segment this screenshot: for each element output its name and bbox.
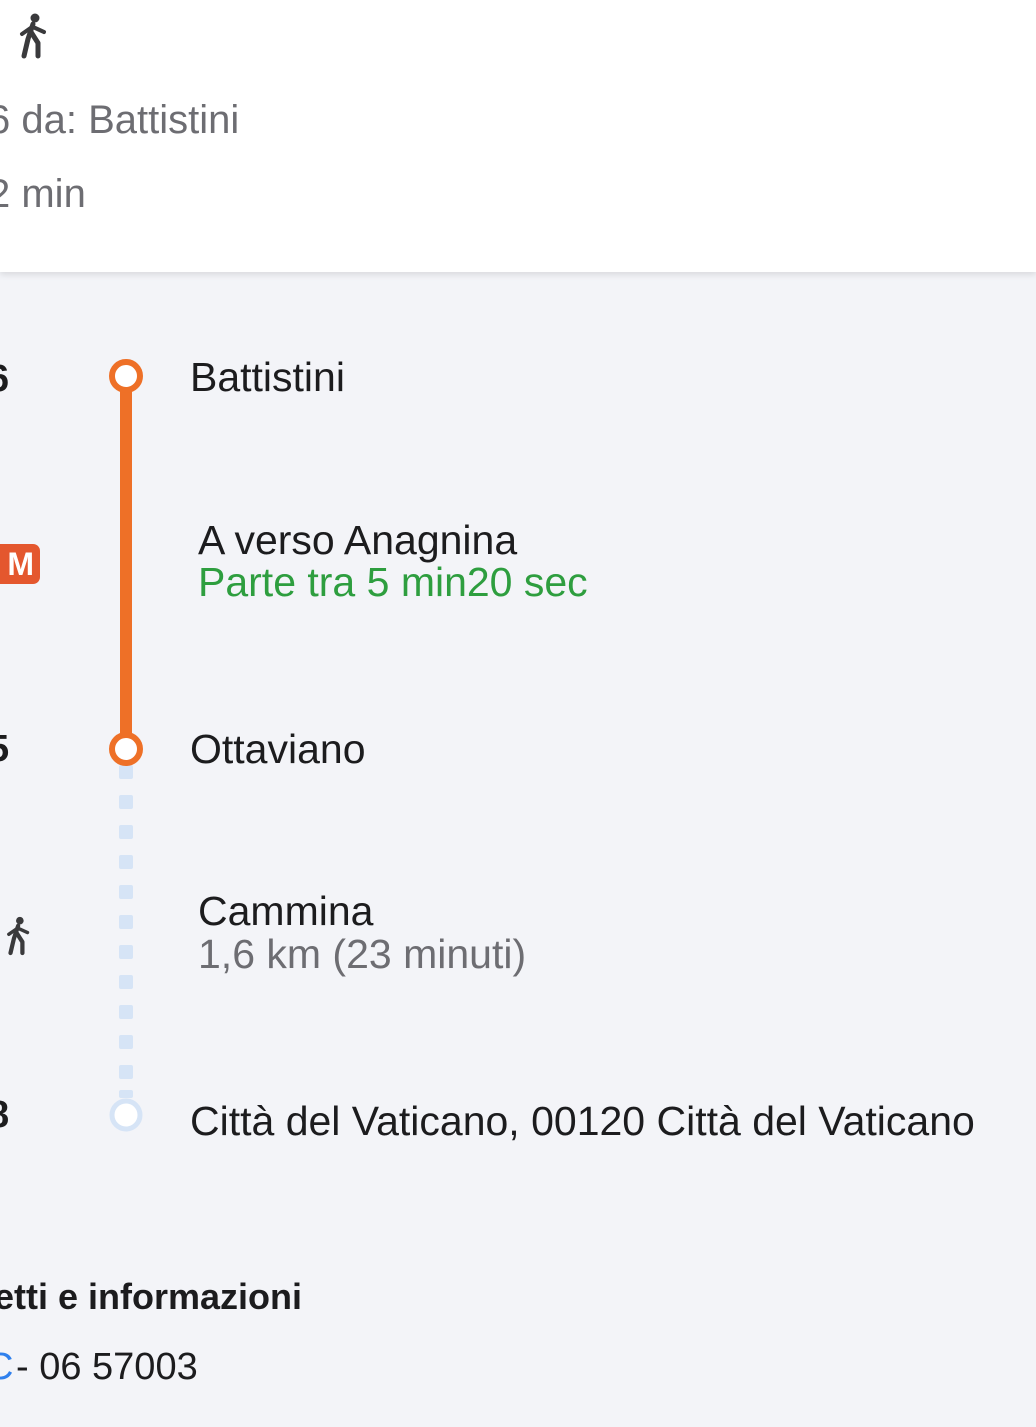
destination-marker bbox=[109, 1098, 143, 1132]
walk-detail: 1,6 km (23 minuti) bbox=[198, 931, 527, 977]
walking-dotted-segment bbox=[119, 765, 133, 1098]
metro-line-segment bbox=[120, 378, 132, 748]
walking-person-icon bbox=[7, 916, 30, 956]
trip-details-page: 6 da: Battistini 2 min 6 Battistini bbox=[0, 0, 1036, 1427]
destination-name[interactable]: Città del Vaticano, 00120 Città del Vati… bbox=[190, 1100, 1010, 1143]
transfer-stop-marker bbox=[109, 732, 143, 766]
metro-direction[interactable]: A verso Anagnina bbox=[198, 517, 517, 564]
walk-title[interactable]: Cammina bbox=[198, 888, 373, 935]
metro-departure-status: Parte tra 5 min20 sec bbox=[198, 559, 588, 605]
contact-phone[interactable]: - 06 57003 bbox=[16, 1346, 198, 1389]
trip-summary-card: 6 da: Battistini 2 min bbox=[0, 0, 1036, 272]
start-time: 6 bbox=[0, 358, 9, 401]
start-stop-marker bbox=[109, 359, 143, 393]
contacts-section-title: etti e informazioni bbox=[0, 1276, 303, 1317]
summary-duration: 2 min bbox=[0, 172, 86, 216]
summary-departure: 6 da: Battistini bbox=[0, 98, 240, 142]
transfer-time: 5 bbox=[0, 728, 9, 771]
walking-person-icon bbox=[20, 13, 46, 59]
destination-time: 8 bbox=[0, 1094, 9, 1137]
route-line bbox=[109, 359, 143, 1132]
contact-link[interactable]: C bbox=[0, 1346, 13, 1389]
start-stop-name[interactable]: Battistini bbox=[190, 354, 345, 401]
metro-icon: M bbox=[0, 544, 40, 584]
transfer-stop-name[interactable]: Ottaviano bbox=[190, 726, 366, 773]
